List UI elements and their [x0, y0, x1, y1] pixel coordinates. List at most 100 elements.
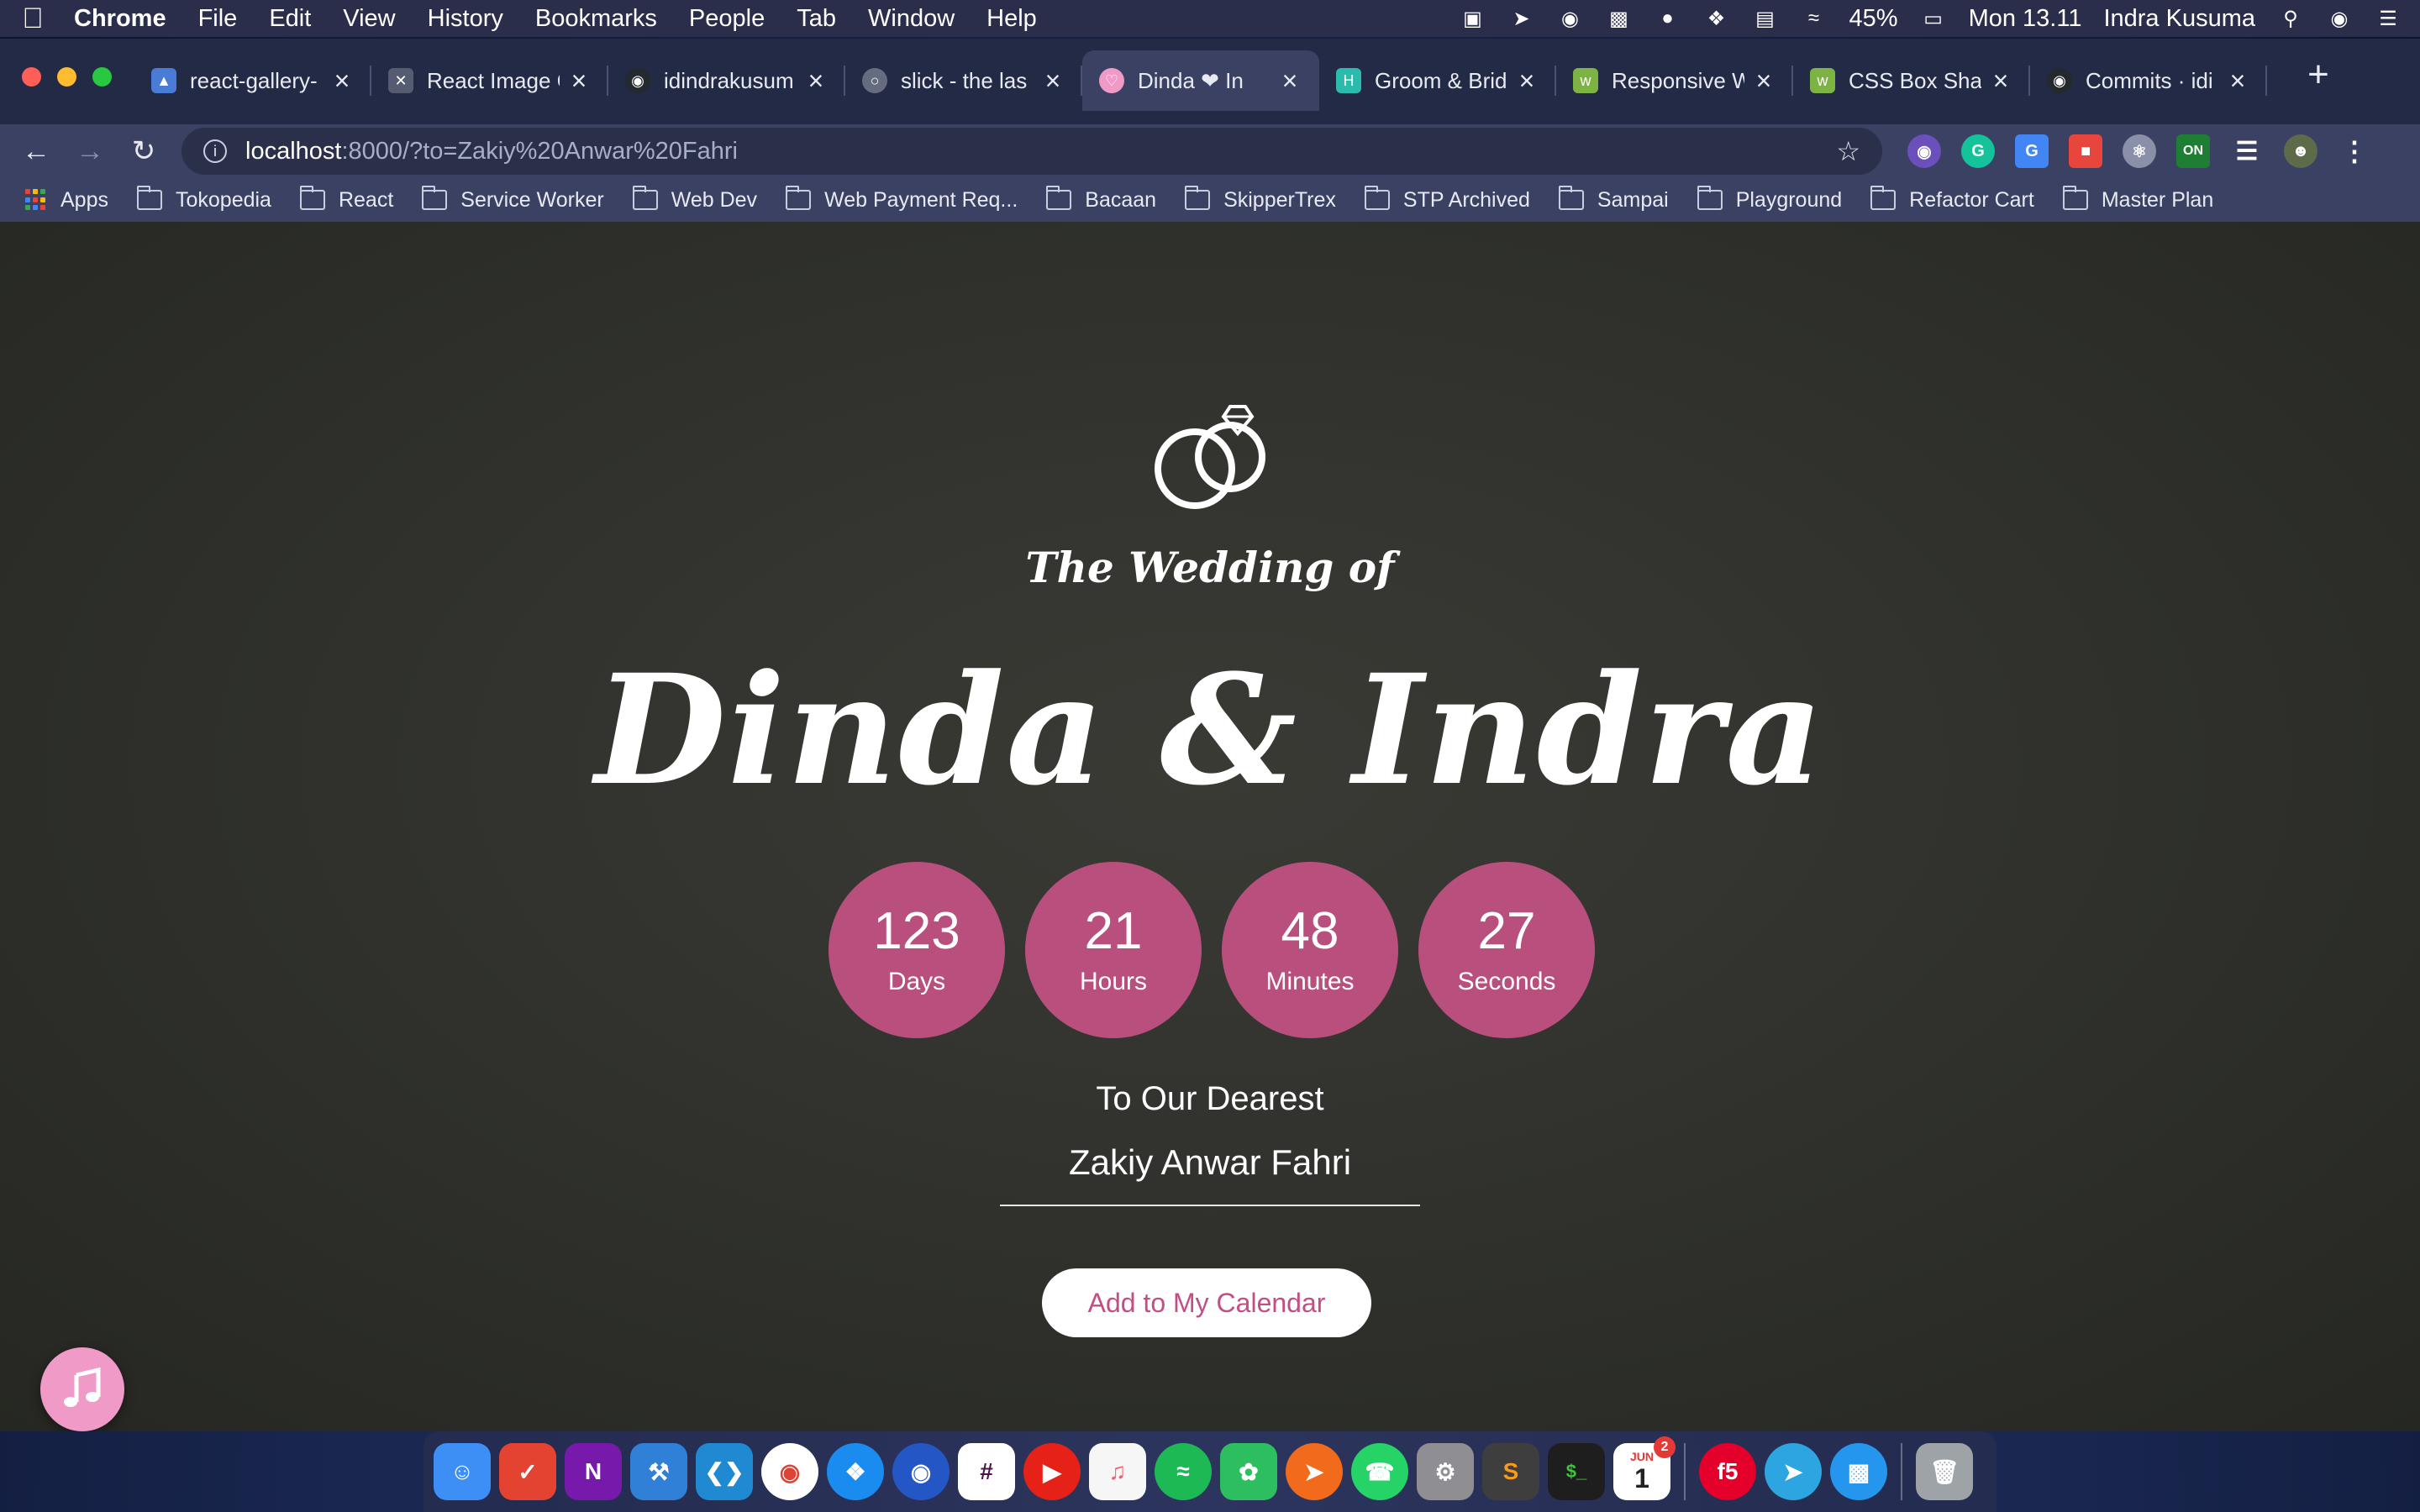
- firefox-icon[interactable]: ◉: [892, 1443, 950, 1500]
- tab-wedding-active[interactable]: ♡ Dinda ❤ In ×: [1082, 50, 1319, 111]
- system-preferences-icon[interactable]: ⚙: [1417, 1443, 1474, 1500]
- screen-share-icon[interactable]: ▣: [1460, 7, 1486, 30]
- bookmark-folder-playground[interactable]: Playground: [1697, 186, 1842, 213]
- fullscreen-window-button[interactable]: [92, 67, 112, 87]
- bookmark-folder-sampai[interactable]: Sampai: [1558, 186, 1669, 213]
- bookmark-folder-refactor-cart[interactable]: Refactor Cart: [1870, 186, 2034, 213]
- spotify-icon[interactable]: ≈: [1155, 1443, 1212, 1500]
- vscode-icon[interactable]: ❮❯: [696, 1443, 753, 1500]
- close-tab-icon[interactable]: ×: [1751, 66, 1776, 97]
- whatsapp-icon[interactable]: ☎: [1351, 1443, 1408, 1500]
- menu-bookmarks[interactable]: Bookmarks: [535, 5, 657, 33]
- memory-status-icon[interactable]: ▤: [1752, 7, 1779, 30]
- tab-commits[interactable]: ◉ Commits · idi ×: [2030, 50, 2267, 111]
- back-arrow-icon[interactable]: ←: [18, 134, 54, 169]
- bookmark-folder-web-dev[interactable]: Web Dev: [632, 186, 757, 213]
- media-control-icon[interactable]: ☰: [2230, 134, 2264, 168]
- chrome-dock-icon[interactable]: ◉: [761, 1443, 818, 1500]
- profile-avatar[interactable]: ☻: [2284, 134, 2317, 168]
- menu-clock[interactable]: Mon 13.11: [1969, 5, 2082, 33]
- calendar-app-icon[interactable]: JUN 1 2: [1613, 1436, 1676, 1500]
- close-window-button[interactable]: [22, 67, 41, 87]
- site-info-icon[interactable]: i: [203, 139, 227, 163]
- menu-people[interactable]: People: [689, 5, 765, 33]
- extension-red-icon[interactable]: ■: [2069, 134, 2102, 168]
- chrome-menu-icon[interactable]: ⋮: [2338, 134, 2371, 168]
- todoist-icon[interactable]: ✓: [499, 1443, 556, 1500]
- bookmark-folder-master-plan[interactable]: Master Plan: [2062, 186, 2213, 213]
- address-bar[interactable]: i localhost :8000/?to=Zakiy%20Anwar%20Fa…: [182, 128, 1882, 175]
- bookmark-folder-react[interactable]: React: [299, 186, 393, 213]
- close-tab-icon[interactable]: ×: [566, 66, 592, 97]
- bookmark-star-icon[interactable]: ☆: [1836, 135, 1860, 167]
- siri-icon[interactable]: ◉: [2326, 7, 2353, 30]
- telegram-icon[interactable]: ➤: [1765, 1443, 1822, 1500]
- f5-vpn-icon[interactable]: f5: [1699, 1443, 1756, 1500]
- xcode-icon[interactable]: ⚒: [630, 1443, 687, 1500]
- forward-arrow-icon[interactable]: →: [72, 134, 108, 169]
- trash-icon[interactable]: 🗑: [1916, 1443, 1973, 1500]
- bookmark-apps[interactable]: Apps: [25, 188, 108, 213]
- tab-groom-bride[interactable]: H Groom & Brid ×: [1319, 50, 1556, 111]
- extension-purple-icon[interactable]: ◉: [1907, 134, 1941, 168]
- close-tab-icon[interactable]: ×: [803, 66, 829, 97]
- google-translate-icon[interactable]: G: [2015, 134, 2049, 168]
- notification-center-icon[interactable]: ☰: [2375, 7, 2402, 30]
- spotlight-search-icon[interactable]: ⚲: [2277, 7, 2304, 30]
- menu-tab[interactable]: Tab: [797, 5, 836, 33]
- close-tab-icon[interactable]: ×: [1277, 66, 1302, 97]
- menu-help[interactable]: Help: [986, 5, 1037, 33]
- minimize-window-button[interactable]: [57, 67, 76, 87]
- bluetooth-icon[interactable]: ❖: [1703, 7, 1730, 30]
- menu-window[interactable]: Window: [868, 5, 955, 33]
- bookmark-folder-bacaan[interactable]: Bacaan: [1046, 186, 1156, 213]
- bookmark-folder-service-worker[interactable]: Service Worker: [422, 186, 604, 213]
- postman-icon[interactable]: ➤: [1286, 1443, 1343, 1500]
- add-to-calendar-button[interactable]: Add to My Calendar: [1042, 1268, 1371, 1337]
- terminal-icon[interactable]: $_: [1548, 1443, 1605, 1500]
- music-toggle-button[interactable]: [40, 1347, 124, 1431]
- close-tab-icon[interactable]: ×: [329, 66, 355, 97]
- slack-icon[interactable]: #: [958, 1443, 1015, 1500]
- tab-react-image[interactable]: ✕ React Image G ×: [371, 50, 608, 111]
- tab-slick[interactable]: ○ slick - the las ×: [845, 50, 1082, 111]
- reload-icon[interactable]: ↻: [126, 134, 161, 169]
- close-tab-icon[interactable]: ×: [1988, 66, 2013, 97]
- close-tab-icon[interactable]: ×: [1040, 66, 1065, 97]
- menu-file[interactable]: File: [198, 5, 238, 33]
- close-tab-icon[interactable]: ×: [2225, 66, 2250, 97]
- finder-icon[interactable]: ☺: [434, 1443, 491, 1500]
- onepassword-status-icon[interactable]: ●: [1655, 7, 1681, 30]
- bookmark-folder-web-payment[interactable]: Web Payment Req...: [786, 186, 1018, 213]
- wifi-icon[interactable]: ≈: [1801, 7, 1828, 30]
- menu-history[interactable]: History: [428, 5, 503, 33]
- itunes-icon[interactable]: ♫: [1089, 1443, 1146, 1500]
- evernote-icon[interactable]: ✿: [1220, 1443, 1277, 1500]
- menu-view[interactable]: View: [343, 5, 395, 33]
- bookmark-folder-stp-archived[interactable]: STP Archived: [1364, 186, 1530, 213]
- apple-menu-icon[interactable]: : [18, 3, 47, 35]
- f5-status-icon[interactable]: ◉: [1557, 7, 1584, 30]
- react-devtools-icon[interactable]: ⚛: [2123, 134, 2156, 168]
- sublime-text-icon[interactable]: S: [1482, 1443, 1539, 1500]
- battery-icon[interactable]: ▭: [1920, 7, 1947, 30]
- menu-user-name[interactable]: Indra Kusuma: [2103, 5, 2255, 33]
- tab-react-gallery[interactable]: ▲ react-gallery- ×: [134, 50, 371, 111]
- new-tab-icon[interactable]: +: [2297, 54, 2339, 96]
- close-tab-icon[interactable]: ×: [1514, 66, 1539, 97]
- bookmark-folder-skippertrex[interactable]: SkipperTrex: [1185, 186, 1336, 213]
- tab-github-repo[interactable]: ◉ idindrakusum ×: [608, 50, 845, 111]
- telegram-status-icon[interactable]: ➤: [1508, 7, 1535, 30]
- bookmark-folder-tokopedia[interactable]: Tokopedia: [136, 186, 271, 213]
- onenote-icon[interactable]: N: [565, 1443, 622, 1500]
- menu-edit[interactable]: Edit: [269, 5, 311, 33]
- extension-on-icon[interactable]: ON: [2176, 134, 2210, 168]
- grammarly-icon[interactable]: G: [1961, 134, 1995, 168]
- docker-icon[interactable]: ▩: [1830, 1443, 1887, 1500]
- docker-status-icon[interactable]: ▩: [1606, 7, 1633, 30]
- menu-app-name[interactable]: Chrome: [74, 5, 166, 33]
- tab-responsive[interactable]: w Responsive W ×: [1556, 50, 1793, 111]
- youtube-icon[interactable]: ▶: [1023, 1443, 1081, 1500]
- safari-icon[interactable]: ❖: [827, 1443, 884, 1500]
- tab-css-box-shadow[interactable]: w CSS Box Shad ×: [1793, 50, 2030, 111]
